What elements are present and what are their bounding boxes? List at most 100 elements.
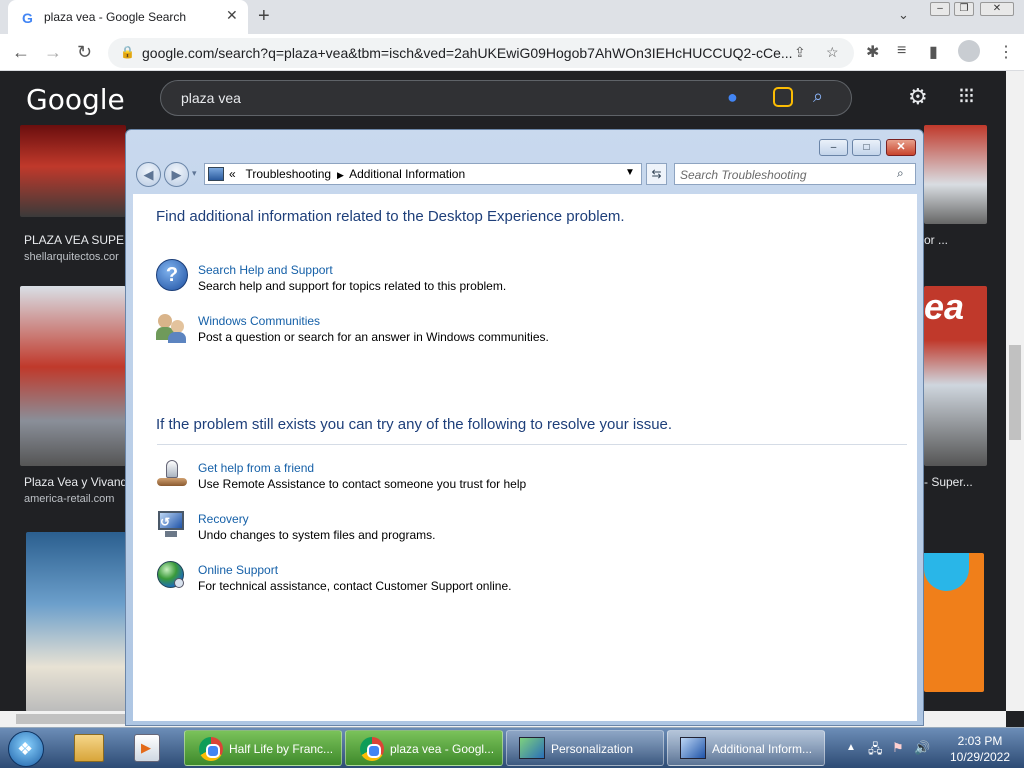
explorer-folder-icon[interactable] (74, 734, 104, 762)
recovery-link[interactable]: Recovery (198, 512, 249, 526)
chrome-icon (360, 737, 384, 761)
dialog-minimize-button[interactable]: – (819, 139, 848, 156)
search-placeholder[interactable]: Search Troubleshooting (680, 168, 807, 182)
more-menu-icon[interactable]: ⋮ (998, 42, 1014, 62)
url-text[interactable]: google.com/search?q=plaza+vea&tbm=isch&v… (142, 45, 794, 61)
people-icon (156, 312, 188, 344)
address-dropdown-icon[interactable]: ▼ (625, 167, 635, 178)
search-icon[interactable]: ⌕ (813, 86, 823, 107)
settings-gear-icon[interactable]: ⚙ (908, 84, 928, 110)
vertical-scroll-thumb[interactable] (1009, 345, 1021, 440)
tab-close-icon[interactable]: ✕ (226, 7, 238, 24)
result-source-1: shellarquitectos.cor (24, 251, 119, 263)
breadcrumb-troubleshooting[interactable]: Troubleshooting (245, 167, 331, 181)
action-center-flag-icon[interactable]: ⚑ (892, 740, 904, 756)
result-image-6[interactable] (924, 553, 984, 692)
back-arrow-icon[interactable]: ← (12, 42, 30, 63)
address-bar[interactable]: 🔒 google.com/search?q=plaza+vea&tbm=isch… (108, 38, 854, 68)
apps-grid-icon[interactable]: ⁝⁝⁝ (958, 83, 975, 109)
google-favicon-icon: G (22, 10, 33, 26)
browser-toolbar: ← → ↻ 🔒 google.com/search?q=plaza+vea&tb… (0, 34, 1024, 71)
result-caption-4[interactable]: or ... (924, 233, 984, 247)
forward-arrow-icon[interactable]: → (44, 42, 62, 63)
taskbar-item-plaza-vea[interactable]: plaza vea - Googl... (345, 730, 503, 766)
result-caption-1[interactable]: PLAZA VEA SUPER (24, 233, 126, 247)
profile-avatar[interactable] (958, 40, 980, 62)
google-search-box[interactable]: plaza vea ● ⌕ (160, 80, 852, 116)
network-icon[interactable]: 🖧 (868, 740, 883, 762)
breadcrumb-bar[interactable]: « Troubleshooting ▶ Additional Informati… (204, 163, 642, 185)
taskbar-item-half-life[interactable]: Half Life by Franc... (184, 730, 342, 766)
breadcrumb-overflow[interactable]: « (229, 167, 236, 181)
result-image-1[interactable] (20, 125, 126, 217)
close-window-button[interactable]: ✕ (980, 2, 1014, 16)
restore-button[interactable]: ❐ (954, 2, 974, 16)
media-player-icon[interactable]: ▶ (134, 734, 160, 762)
taskbar-item-personalization[interactable]: Personalization (506, 730, 664, 766)
minimize-button[interactable]: – (930, 2, 950, 16)
lens-camera-icon[interactable] (773, 87, 793, 107)
tab-strip: G plaza vea - Google Search ✕ + ⌄ – ❐ ✕ (0, 0, 1024, 34)
bookmark-star-icon[interactable]: ☆ (826, 44, 839, 61)
result-image-shape (924, 553, 969, 591)
side-panel-icon[interactable]: ▮ (929, 42, 938, 62)
taskbar-item-additional-information[interactable]: Additional Inform... (667, 730, 825, 766)
breadcrumb-additional-information[interactable]: Additional Information (349, 167, 465, 181)
start-button[interactable]: ❖ (8, 731, 44, 767)
dialog-content: Find additional information related to t… (133, 194, 917, 721)
result-image-2[interactable] (20, 286, 126, 466)
result-image-3[interactable] (26, 532, 126, 712)
dialog-maximize-button[interactable]: □ (852, 139, 881, 156)
result-image-4[interactable] (924, 125, 987, 224)
search-query[interactable]: plaza vea (181, 90, 241, 106)
tab-title: plaza vea - Google Search (44, 10, 187, 24)
result-image-text: ea (924, 286, 965, 327)
get-help-from-friend-link[interactable]: Get help from a friend (198, 461, 314, 475)
browser-tab[interactable]: G plaza vea - Google Search ✕ (8, 0, 248, 34)
troubleshooting-search-box[interactable]: Search Troubleshooting ⌕ (674, 163, 916, 185)
windows-communities-link[interactable]: Windows Communities (198, 314, 320, 328)
result-source-2: america-retail.com (24, 493, 115, 505)
recent-pages-chevron-icon[interactable]: ▾ (192, 168, 197, 179)
new-tab-button[interactable]: + (258, 5, 270, 28)
google-logo[interactable]: Google (26, 83, 125, 116)
show-hidden-icons-chevron-icon[interactable]: ▲ (846, 742, 856, 753)
google-header: Google plaza vea ● ⌕ ⚙ ⁝⁝⁝ (0, 71, 1006, 125)
dialog-close-button[interactable]: ✕ (886, 139, 916, 156)
windows-communities-desc: Post a question or search for an answer … (198, 330, 549, 344)
media-controls-icon[interactable]: ≡ (897, 42, 906, 60)
control-panel-icon (208, 167, 224, 181)
taskbar-item-label: Personalization (551, 742, 634, 756)
forward-button[interactable]: ▶ (164, 162, 189, 187)
result-caption-2[interactable]: Plaza Vea y Vivand (24, 475, 126, 489)
breadcrumb-arrow-icon[interactable]: ▶ (334, 170, 346, 180)
refresh-button[interactable]: ⇆ (646, 163, 667, 185)
system-tray: ▲ 🖧 ⚑ 🔊 2:03 PM 10/29/2022 (840, 728, 1024, 768)
horizontal-scroll-thumb[interactable] (16, 714, 126, 724)
clock-date[interactable]: 10/29/2022 (940, 750, 1020, 764)
taskbar-item-label: Half Life by Franc... (229, 742, 334, 756)
clock-time[interactable]: 2:03 PM (940, 734, 1020, 748)
online-support-desc: For technical assistance, contact Custom… (198, 579, 512, 593)
search-help-and-support-link[interactable]: Search Help and Support (198, 263, 333, 277)
volume-icon[interactable]: 🔊 (914, 740, 930, 756)
reload-icon[interactable]: ↻ (77, 42, 92, 63)
info-heading: Find additional information related to t… (156, 208, 625, 225)
result-image-5[interactable]: ea (924, 286, 987, 466)
section-divider (157, 444, 907, 445)
troubleshooting-icon (680, 737, 706, 759)
share-icon[interactable]: ⇪ (794, 44, 806, 61)
tab-search-chevron-icon[interactable]: ⌄ (898, 7, 909, 23)
lock-icon[interactable]: 🔒 (120, 45, 135, 59)
search-icon[interactable]: ⌕ (897, 166, 904, 181)
extensions-puzzle-icon[interactable]: ✱ (866, 42, 879, 62)
taskbar-item-label: Additional Inform... (712, 742, 813, 756)
get-help-desc: Use Remote Assistance to contact someone… (198, 477, 527, 491)
result-caption-5[interactable]: - Super... (924, 475, 984, 489)
back-button[interactable]: ◀ (136, 162, 161, 187)
online-support-link[interactable]: Online Support (198, 563, 278, 577)
microphone-icon[interactable]: ● (727, 87, 738, 108)
taskbar-item-label: plaza vea - Googl... (390, 742, 495, 756)
resolve-heading: If the problem still exists you can try … (156, 416, 673, 433)
taskbar: ❖ ▶ Half Life by Franc... plaza vea - Go… (0, 727, 1024, 768)
